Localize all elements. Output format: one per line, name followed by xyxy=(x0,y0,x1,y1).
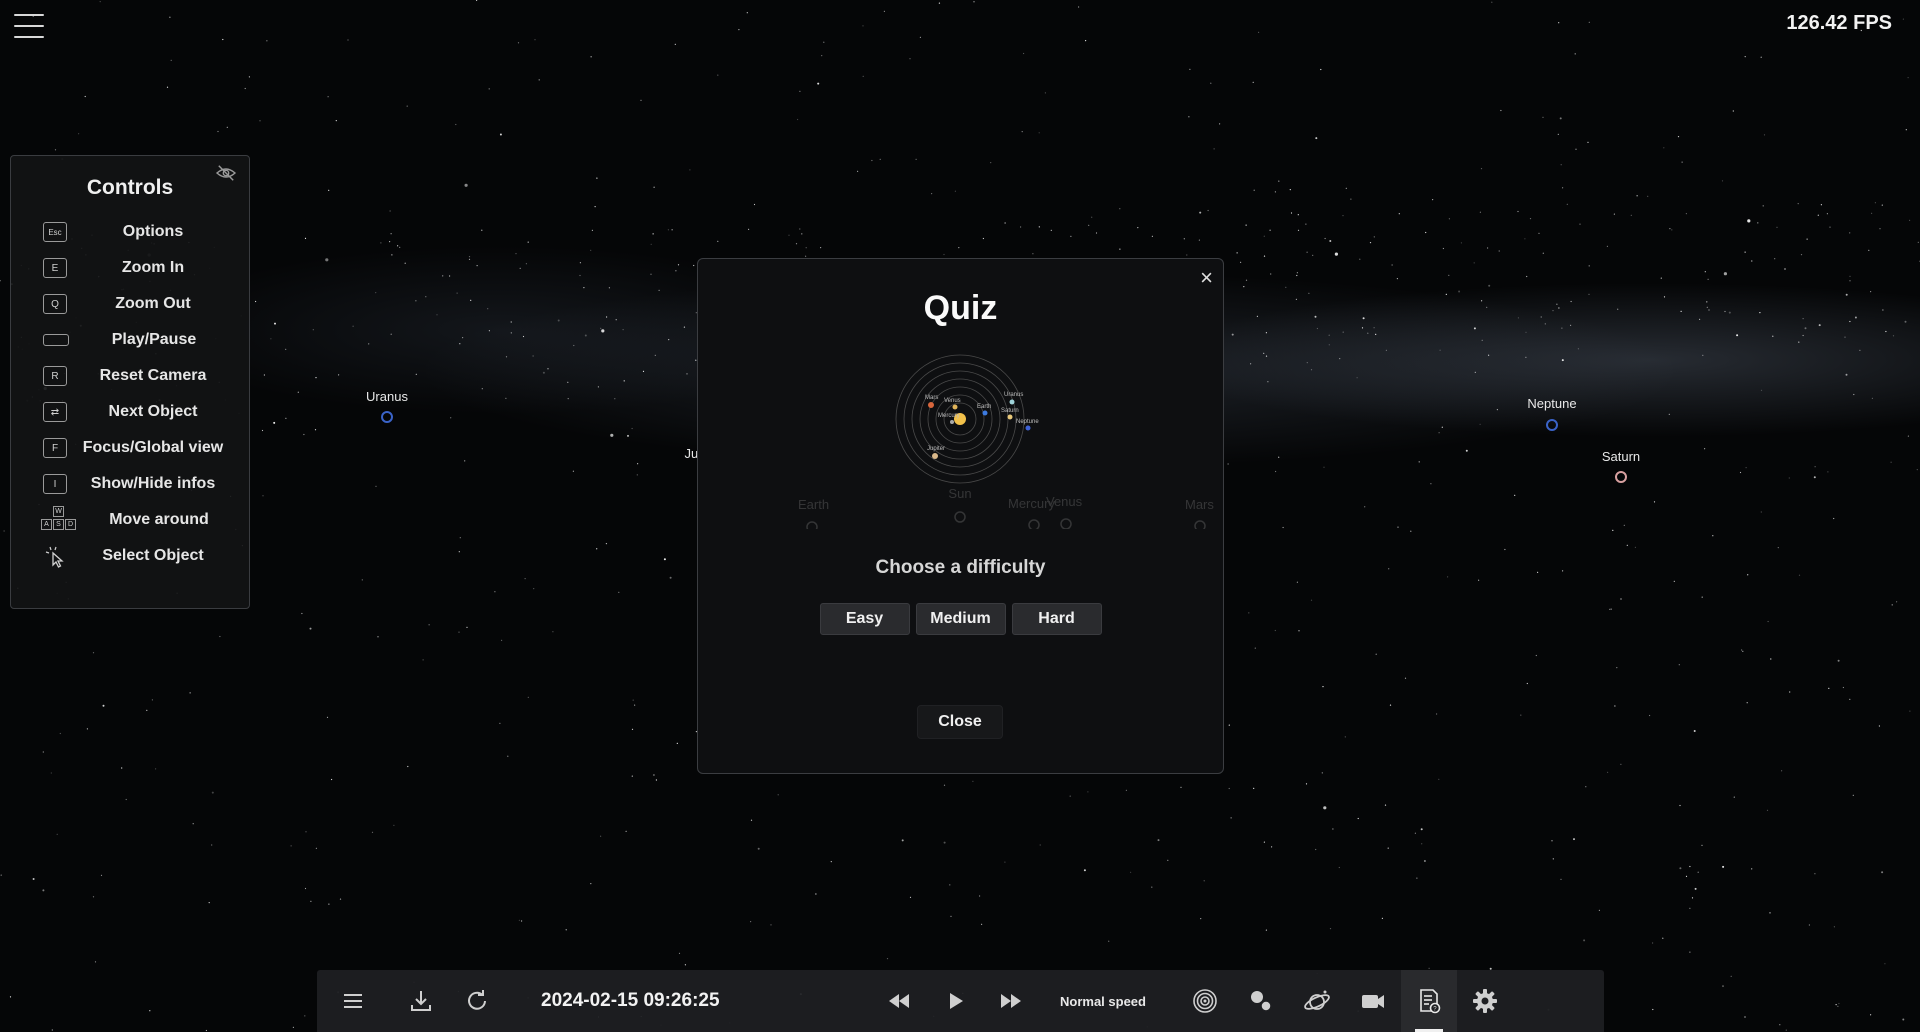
q-key-icon: Q xyxy=(43,294,67,314)
control-label: Select Object xyxy=(102,547,204,564)
play-icon[interactable] xyxy=(927,970,983,1032)
camera-icon[interactable] xyxy=(1345,970,1401,1032)
i-key-icon: I xyxy=(43,474,67,494)
solar-system-preview: Earth Sun Mercury Venus Mars Mars Venus … xyxy=(798,354,1214,529)
menu-icon[interactable] xyxy=(325,970,381,1032)
control-label: Reset Camera xyxy=(99,367,207,384)
controls-title: Controls xyxy=(86,176,174,199)
control-row-focus-view: F Focus/Global view xyxy=(11,430,249,466)
r-key-icon: R xyxy=(43,366,67,386)
control-row-zoom-out: Q Zoom Out xyxy=(11,286,249,322)
eye-slash-icon[interactable] xyxy=(215,164,237,182)
download-icon[interactable] xyxy=(393,970,449,1032)
wasd-keys-icon: W A S D xyxy=(39,506,79,534)
control-label: Play/Pause xyxy=(111,331,197,348)
refresh-icon[interactable] xyxy=(449,970,505,1032)
speed-label[interactable]: Normal speed xyxy=(1039,994,1167,1009)
esc-key-icon: Esc xyxy=(43,222,67,242)
spacebar-key-icon xyxy=(43,334,69,346)
control-label: Zoom Out xyxy=(115,295,191,312)
svg-text:Saturn: Saturn xyxy=(1001,408,1019,414)
rewind-icon[interactable] xyxy=(871,970,927,1032)
control-row-play-pause: Play/Pause xyxy=(11,322,249,358)
svg-text:Jupiter: Jupiter xyxy=(927,446,945,452)
svg-text:Neptune: Neptune xyxy=(1016,419,1039,425)
quiz-icon[interactable]: ? xyxy=(1401,970,1457,1032)
simulation-datetime[interactable]: 2024-02-15 09:26:25 xyxy=(541,990,801,1012)
difficulty-buttons: Easy Medium Hard xyxy=(698,603,1223,635)
satellite-icon[interactable] xyxy=(1289,970,1345,1032)
close-button[interactable]: Close xyxy=(917,705,1003,739)
e-key-icon: E xyxy=(43,258,67,278)
fast-forward-icon[interactable] xyxy=(983,970,1039,1032)
planets-icon[interactable] xyxy=(1233,970,1289,1032)
settings-icon[interactable] xyxy=(1457,970,1513,1032)
fps-counter: 126.42 FPS xyxy=(1786,12,1892,34)
controls-panel: Controls Esc Options E Zoom In Q Zoom Ou… xyxy=(10,155,250,609)
control-label: Zoom In xyxy=(121,259,185,276)
control-label: Move around xyxy=(109,511,209,528)
svg-text:Uranus: Uranus xyxy=(1004,392,1023,398)
medium-button[interactable]: Medium xyxy=(915,603,1006,635)
main-menu-button[interactable] xyxy=(14,14,44,38)
control-row-move-around: W A S D Move around xyxy=(11,502,249,538)
control-label: Next Object xyxy=(108,403,198,420)
control-row-zoom-in: E Zoom In xyxy=(11,250,249,286)
close-icon[interactable]: × xyxy=(1200,265,1213,291)
control-row-reset-camera: R Reset Camera xyxy=(11,358,249,394)
control-row-show-hide-infos: I Show/Hide infos xyxy=(11,466,249,502)
tab-key-icon: ⇄ xyxy=(43,402,67,422)
svg-text:Earth: Earth xyxy=(977,404,991,410)
control-label: Show/Hide infos xyxy=(90,475,216,492)
bottom-toolbar: 2024-02-15 09:26:25 Normal speed ? xyxy=(317,970,1604,1032)
choose-difficulty-label: Choose a difficulty xyxy=(875,557,1046,578)
svg-text:Venus: Venus xyxy=(944,398,961,404)
control-label: Focus/Global view xyxy=(82,439,224,456)
svg-text:Mercury: Mercury xyxy=(938,413,960,419)
mouse-click-icon xyxy=(45,546,64,568)
ghost-label-mars: Mars xyxy=(1185,497,1214,512)
orbits-icon[interactable] xyxy=(1177,970,1233,1032)
hard-button[interactable]: Hard xyxy=(1011,603,1102,635)
ghost-label-sun: Sun xyxy=(948,486,971,501)
quiz-modal: × Quiz Earth Sun Mercury Venus Mars Mars xyxy=(697,258,1224,774)
quiz-title: Quiz xyxy=(923,289,998,327)
control-label: Options xyxy=(122,223,184,240)
control-row-select-object: Select Object xyxy=(11,538,249,574)
easy-button[interactable]: Easy xyxy=(819,603,910,635)
ghost-label-venus: Venus xyxy=(1046,494,1083,509)
svg-text:Mars: Mars xyxy=(925,395,938,401)
control-row-next-object: ⇄ Next Object xyxy=(11,394,249,430)
f-key-icon: F xyxy=(43,438,67,458)
ghost-label-earth: Earth xyxy=(798,497,829,512)
control-row-options: Esc Options xyxy=(11,214,249,250)
